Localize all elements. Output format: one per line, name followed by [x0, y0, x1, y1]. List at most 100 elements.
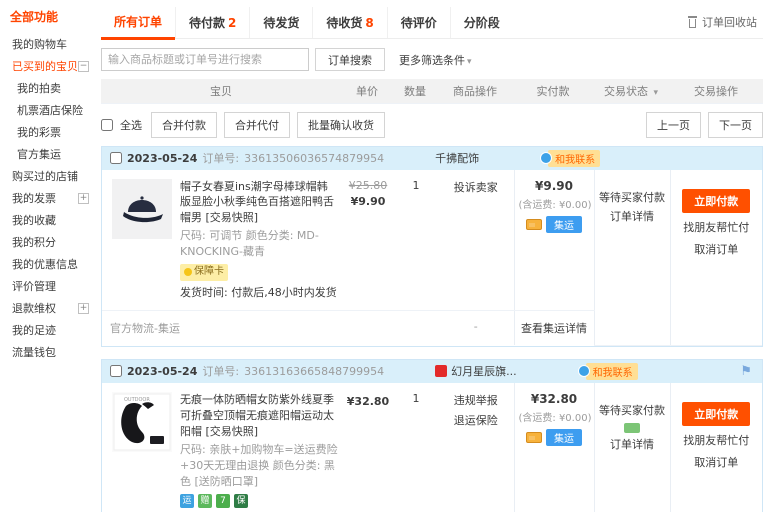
header-op: 交易操作: [669, 79, 763, 104]
order-number: 33613163665848799954: [244, 364, 385, 378]
wangwang-icon: [577, 365, 590, 378]
caret-down-icon: ▾: [653, 87, 659, 98]
order-search-bar: 订单搜索 更多筛选条件▾: [101, 48, 763, 71]
order-status: 等待买家付款: [599, 190, 665, 204]
order-body: OUTDOOR 无痕一体防晒帽女防紫外线夏季可折叠空顶帽无痕遮阳帽运动太阳帽 […: [102, 382, 762, 512]
search-button[interactable]: 订单搜索: [315, 48, 385, 71]
order-body: 帽子女春夏ins潮字母棒球帽韩版显脸小秋季纯色百搭遮阳鸭舌帽男 [交易快照] 尺…: [102, 169, 762, 346]
sidebar-item-auction[interactable]: 我的拍卖: [10, 77, 91, 99]
sidebar-item-coupons[interactable]: 我的优惠信息: [10, 253, 91, 275]
select-all-checkbox[interactable]: [101, 118, 113, 131]
cancel-order-link[interactable]: 取消订单: [694, 454, 738, 470]
order-tabs: 所有订单 待付款 2 待发货 待收货 8 待评价 分阶段 订单回收站: [101, 6, 763, 40]
header-qty: 数量: [393, 79, 437, 104]
view-consolidation-link[interactable]: 查看集运详情: [521, 322, 587, 335]
quantity: 1: [394, 169, 438, 312]
sidebar-item-cart[interactable]: 我的购物车: [10, 33, 91, 55]
contact-seller-button[interactable]: 和我联系: [540, 149, 601, 167]
tab-staged[interactable]: 分阶段: [449, 6, 513, 38]
pending-receipt-count: 8: [365, 15, 374, 30]
expand-icon[interactable]: +: [78, 302, 89, 314]
sidebar-item-purchased[interactable]: 已买到的宝贝 −: [10, 55, 91, 77]
order-number-label: 订单号:: [202, 365, 240, 379]
shipping-fee-note: (含运费: ¥0.00): [518, 412, 592, 424]
logistics-dash: -: [473, 320, 478, 334]
complain-seller-link[interactable]: 投诉卖家: [454, 181, 498, 194]
shop-link[interactable]: 幻月星辰旗...: [435, 363, 517, 379]
pending-payment-count: 2: [228, 15, 237, 30]
wangwang-icon: [540, 152, 553, 164]
pay-now-button[interactable]: 立即付款: [682, 401, 751, 426]
merge-proxy-pay-button[interactable]: 合并代付: [224, 111, 290, 138]
batch-toolbar: 全选 合并付款 合并代付 批量确认收货 上一页 下一页: [101, 111, 763, 138]
consolidated-shipping-badge: 集运: [546, 428, 582, 446]
sidebar-item-official-shipping[interactable]: 官方集运: [10, 143, 91, 165]
sidebar-item-flight-hotel[interactable]: 机票酒店保险: [10, 99, 91, 121]
order-card: 2023-05-24 订单号: 33613163665848799954 幻月星…: [101, 358, 763, 512]
tab-pending-review[interactable]: 待评价: [386, 6, 450, 38]
sidebar-item-points[interactable]: 我的积分: [10, 231, 91, 253]
shipping-fee-note: (含运费: ¥0.00): [518, 199, 592, 211]
flag-icon[interactable]: ⚑: [740, 364, 754, 379]
order-number: 33613506036574879954: [244, 151, 385, 165]
expand-icon[interactable]: +: [78, 192, 89, 204]
product-image-visor[interactable]: OUTDOOR: [112, 391, 172, 452]
quantity: 1: [394, 382, 438, 512]
seven-day-return-icon: 7: [216, 494, 230, 509]
next-page-button[interactable]: 下一页: [708, 111, 763, 138]
card-payment-icon: [526, 431, 542, 443]
more-filters-link[interactable]: 更多筛选条件 ▾: [399, 52, 472, 68]
sidebar-item-data-wallet[interactable]: 流量钱包: [10, 341, 91, 363]
order-header: 2023-05-24 订单号: 33613506036574879954 千拂配…: [102, 146, 762, 170]
product-attrs: 尺码: 亲肤+加购物车=送运费险+30天无理由退换 颜色分类: 黑色 [送防晒口…: [180, 442, 338, 488]
sidebar-item-shops[interactable]: 购买过的店铺: [10, 165, 91, 187]
order-detail-link[interactable]: 订单详情: [610, 438, 654, 452]
search-input[interactable]: [101, 48, 309, 71]
order-item-row: OUTDOOR 无痕一体防晒帽女防紫外线夏季可折叠空顶帽无痕遮阳帽运动太阳帽 […: [102, 382, 762, 512]
contact-seller-button[interactable]: 和我联系: [577, 362, 638, 380]
shipping-insurance-icon: 运: [180, 494, 194, 509]
order-detail-link[interactable]: 订单详情: [610, 210, 654, 224]
caret-down-icon: ▾: [467, 56, 472, 67]
header-price: 单价: [341, 79, 393, 104]
shop-link[interactable]: 千拂配饰: [435, 150, 479, 166]
order-date: 2023-05-24: [127, 364, 198, 378]
sidebar-title: 全部功能: [10, 10, 59, 24]
tab-pending-payment[interactable]: 待付款 2: [175, 6, 249, 38]
order-checkbox[interactable]: [110, 365, 122, 378]
tab-all-orders[interactable]: 所有订单: [101, 6, 176, 40]
sidebar-item-reviews[interactable]: 评价管理: [10, 275, 91, 297]
header-paid: 实付款: [513, 79, 593, 104]
header-status[interactable]: 交易状态 ▾: [593, 79, 669, 104]
report-violation-link[interactable]: 违规举报: [454, 392, 498, 408]
select-all-label[interactable]: 全选: [120, 117, 142, 133]
ask-friend-pay-link[interactable]: 找朋友帮忙付: [683, 432, 749, 448]
order-item-row: 帽子女春夏ins潮字母棒球帽韩版显脸小秋季纯色百搭遮阳鸭舌帽男 [交易快照] 尺…: [102, 169, 762, 346]
batch-confirm-button[interactable]: 批量确认收货: [297, 111, 385, 138]
sidebar-item-invoice[interactable]: 我的发票 +: [10, 187, 91, 209]
prev-page-button[interactable]: 上一页: [646, 111, 701, 138]
merge-pay-button[interactable]: 合并付款: [151, 111, 217, 138]
trash-icon: [687, 16, 698, 28]
paid-amount: ¥9.90: [535, 178, 573, 193]
product-title-link[interactable]: 帽子女春夏ins潮字母棒球帽韩版显脸小秋季纯色百搭遮阳鸭舌帽男 [交易快照]: [180, 179, 338, 227]
cancel-order-link[interactable]: 取消订单: [694, 241, 738, 257]
ask-friend-pay-link[interactable]: 找朋友帮忙付: [683, 219, 749, 235]
sidebar-item-footprints[interactable]: 我的足迹: [10, 319, 91, 341]
order-checkbox[interactable]: [110, 152, 122, 164]
product-title-link[interactable]: 无痕一体防晒帽女防紫外线夏季可折叠空顶帽无痕遮阳帽运动太阳帽 [交易快照]: [180, 392, 338, 440]
header-item-op: 商品操作: [437, 79, 513, 104]
buyer-orders-page: 全部功能 我的购物车 已买到的宝贝 − 我的拍卖 机票酒店保险 我的彩票 官方集运…: [0, 0, 768, 512]
order-recycle-bin-link[interactable]: 订单回收站: [687, 14, 763, 30]
sidebar-item-lottery[interactable]: 我的彩票: [10, 121, 91, 143]
tab-pending-shipment[interactable]: 待发货: [249, 6, 312, 38]
return-shipping-insurance-link[interactable]: 退运保险: [454, 412, 498, 428]
pay-now-button[interactable]: 立即付款: [682, 188, 751, 213]
tab-pending-receipt[interactable]: 待收货 8: [312, 6, 386, 38]
main-content: 所有订单 待付款2 待发货 待收货8 待评价 分阶段 订单回收站 订单搜索 更多…: [95, 0, 768, 512]
sidebar-item-favorites[interactable]: 我的收藏: [10, 209, 91, 231]
header-item: 宝贝: [101, 79, 341, 104]
sidebar-item-refunds[interactable]: 退款维权 +: [10, 297, 91, 319]
collapse-icon[interactable]: −: [78, 60, 89, 72]
product-image-cap[interactable]: [112, 178, 172, 239]
